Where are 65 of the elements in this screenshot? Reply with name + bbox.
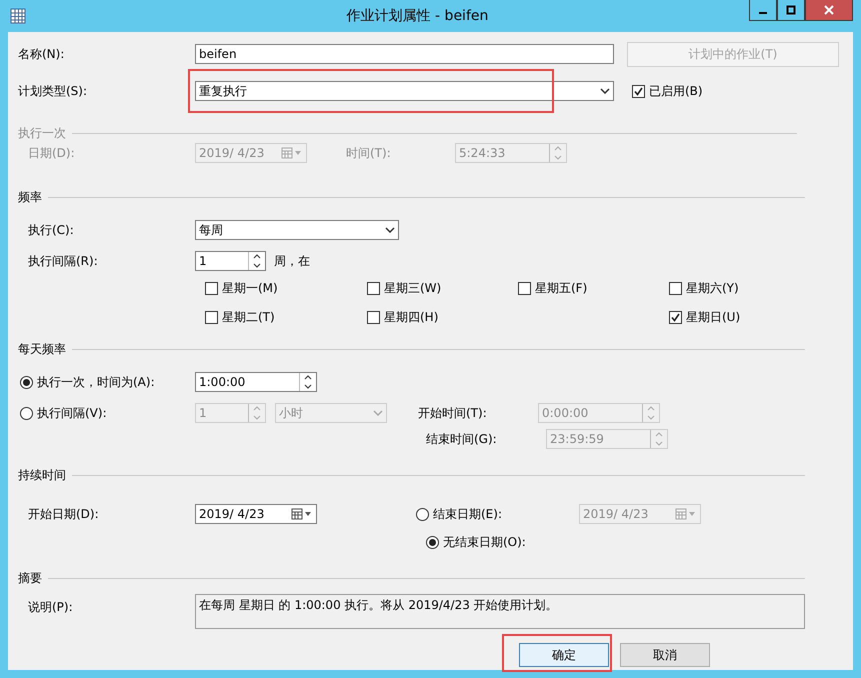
table-icon bbox=[10, 8, 26, 24]
checkbox-label[interactable]: 星期四(H) bbox=[384, 309, 438, 326]
radio-button[interactable] bbox=[426, 536, 439, 548]
chevron-icon bbox=[373, 410, 383, 416]
chevron-icon bbox=[600, 88, 610, 94]
name-field[interactable]: beifen bbox=[195, 44, 614, 64]
radio-label[interactable]: 执行间隔(V): bbox=[37, 404, 107, 422]
radio-label[interactable]: 执行一次，时间为(A): bbox=[37, 374, 155, 390]
field-label: 开始时间(T): bbox=[418, 404, 488, 422]
checkbox-label[interactable]: 星期五(F) bbox=[535, 280, 588, 297]
check-icon bbox=[670, 312, 681, 323]
field-label: 时间(T): bbox=[346, 144, 392, 162]
checkbox-label[interactable]: 星期三(W) bbox=[384, 280, 442, 297]
check-icon bbox=[633, 86, 644, 96]
radio-button[interactable] bbox=[416, 508, 429, 520]
checkbox-label[interactable]: 星期一(M) bbox=[222, 280, 278, 297]
maximize-icon bbox=[786, 5, 796, 15]
checkbox[interactable] bbox=[367, 282, 380, 295]
description-text: 在每周 星期日 的 1:00:00 执行。将从 2019/4/23 开始使用计划。 bbox=[195, 594, 805, 629]
dialog-button[interactable]: 确定 bbox=[519, 643, 609, 667]
checkbox[interactable] bbox=[205, 311, 218, 324]
spin-box[interactable]: 1 bbox=[195, 251, 266, 271]
minimize-button[interactable] bbox=[749, 0, 777, 21]
chevron-icon bbox=[385, 227, 395, 233]
section-title: 摘要 bbox=[18, 570, 42, 587]
radio-label[interactable]: 结束日期(E): bbox=[433, 506, 502, 522]
field-label: 结束时间(G): bbox=[426, 430, 498, 448]
calendar-icon bbox=[675, 508, 697, 520]
section-title: 每天频率 bbox=[18, 341, 66, 358]
field-label: 执行间隔(R): bbox=[27, 252, 99, 270]
checkbox[interactable] bbox=[669, 282, 682, 295]
calendar-icon bbox=[291, 508, 313, 520]
field-label: 开始日期(D): bbox=[27, 506, 100, 522]
field-label: 说明(P): bbox=[27, 599, 74, 616]
calendar-icon bbox=[281, 147, 303, 159]
checkbox[interactable] bbox=[632, 84, 645, 98]
window-title: 作业计划属性 - beifen bbox=[346, 7, 490, 25]
checkbox[interactable] bbox=[205, 282, 218, 295]
checkbox-label[interactable]: 已启用(B) bbox=[649, 82, 703, 100]
field-label: 计划类型(S): bbox=[18, 82, 88, 100]
schedule-type-dropdown[interactable]: 重复执行 bbox=[195, 81, 614, 101]
checkbox[interactable] bbox=[518, 282, 531, 295]
close-icon bbox=[824, 5, 834, 15]
section-title: 持续时间 bbox=[18, 467, 66, 484]
checkbox-label[interactable]: 星期六(Y) bbox=[686, 280, 739, 297]
checkbox-label[interactable]: 星期二(T) bbox=[222, 309, 275, 326]
maximize-button[interactable] bbox=[777, 0, 805, 21]
radio-button[interactable] bbox=[20, 376, 33, 388]
checkbox[interactable] bbox=[669, 311, 682, 324]
checkbox[interactable] bbox=[367, 311, 380, 324]
unit-label: 周，在 bbox=[274, 252, 310, 270]
radio-label[interactable]: 无结束日期(O): bbox=[443, 534, 526, 550]
field-label: 执行(C): bbox=[27, 222, 75, 238]
radio-button[interactable] bbox=[20, 406, 33, 420]
dialog-button[interactable]: 取消 bbox=[620, 643, 710, 667]
close-button[interactable] bbox=[805, 0, 853, 21]
section-title: 执行一次 bbox=[18, 125, 66, 142]
date-picker[interactable]: 2019/ 4/23 bbox=[195, 504, 317, 524]
checkbox-label[interactable]: 星期日(U) bbox=[686, 309, 740, 326]
section-title: 频率 bbox=[18, 189, 42, 206]
occurs-dropdown[interactable]: 每周 bbox=[195, 220, 399, 240]
minimize-icon bbox=[759, 12, 767, 14]
field-label: 日期(D): bbox=[27, 144, 76, 162]
spin-box[interactable]: 1:00:00 bbox=[195, 372, 317, 392]
field-label: 名称(N): bbox=[18, 46, 66, 62]
